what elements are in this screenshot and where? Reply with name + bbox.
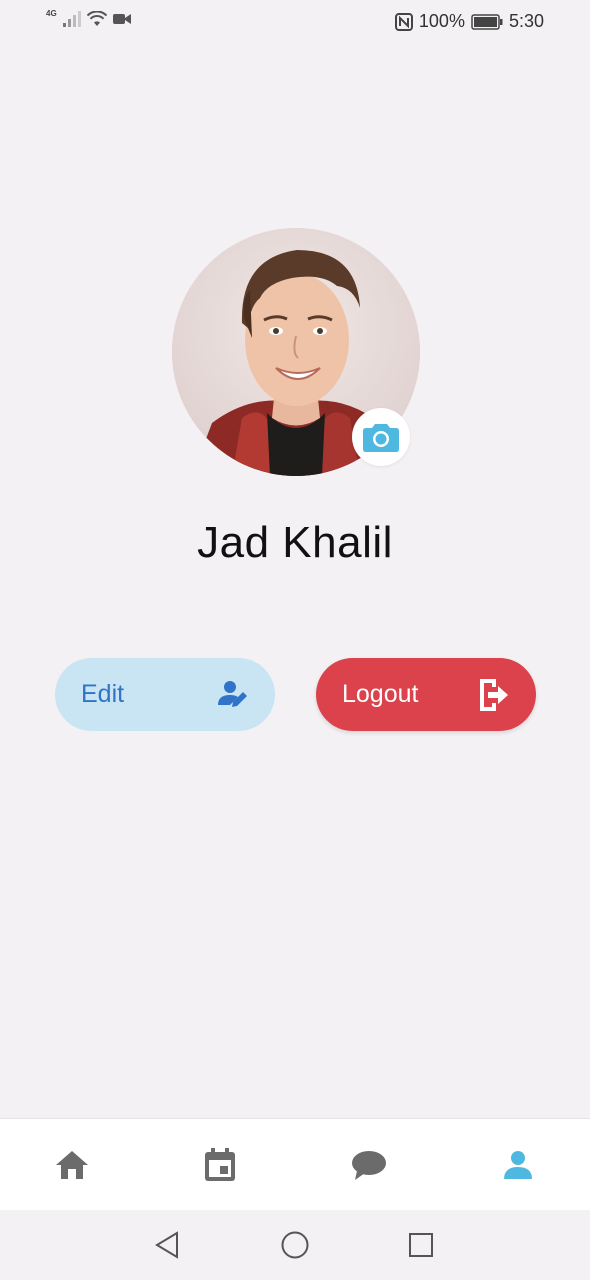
video-camera-icon	[112, 14, 131, 24]
recents-square-icon	[409, 1233, 433, 1257]
edit-person-icon	[218, 680, 247, 707]
back-button[interactable]	[152, 1230, 182, 1260]
home-icon	[56, 1151, 88, 1179]
edit-profile-button[interactable]: Edit	[55, 658, 275, 731]
home-system-button[interactable]	[280, 1230, 310, 1260]
user-name: Jad Khalil	[197, 518, 393, 567]
nav-profile[interactable]	[498, 1145, 538, 1185]
signal-icon	[62, 11, 81, 27]
logout-button-label: Logout	[342, 680, 419, 708]
person-icon	[504, 1151, 532, 1179]
wifi-icon	[86, 11, 107, 26]
recents-button[interactable]	[406, 1230, 436, 1260]
status-bar: 4G 100% 5:30	[0, 0, 590, 44]
profile-avatar-container	[172, 228, 420, 476]
clock: 5:30	[508, 11, 544, 31]
nav-calendar[interactable]	[200, 1145, 240, 1185]
change-photo-button[interactable]	[352, 408, 410, 466]
bottom-navigation	[0, 1118, 590, 1211]
status-right: 100% 5:30	[394, 11, 544, 32]
home-circle-icon	[281, 1231, 309, 1259]
chat-icon	[352, 1151, 386, 1180]
status-left: 4G	[46, 8, 131, 27]
logout-icon	[480, 678, 508, 711]
calendar-icon	[205, 1148, 235, 1181]
nfc-icon	[394, 12, 413, 31]
nav-home[interactable]	[52, 1145, 92, 1185]
nav-messages[interactable]	[349, 1145, 389, 1185]
camera-icon	[363, 424, 399, 452]
battery-icon	[471, 13, 503, 30]
system-navigation-bar	[0, 1210, 590, 1280]
network-type: 4G	[46, 8, 57, 18]
back-triangle-icon	[155, 1231, 178, 1259]
edit-button-label: Edit	[81, 680, 125, 708]
battery-percent: 100%	[418, 11, 465, 31]
logout-button[interactable]: Logout	[316, 658, 536, 731]
